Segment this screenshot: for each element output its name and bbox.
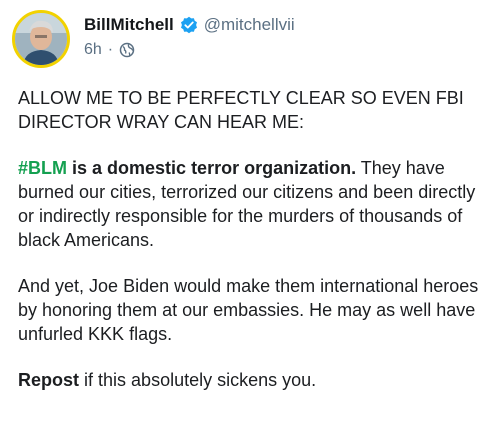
post-header: BillMitchell @mitchellvii 6h · [84, 14, 490, 60]
globe-icon [119, 42, 135, 58]
post-paragraph-3: And yet, Joe Biden would make them inter… [18, 276, 479, 344]
author-handle[interactable]: @mitchellvii [204, 15, 295, 35]
author-display-name[interactable]: BillMitchell [84, 15, 174, 35]
bold-statement: is a domestic terror organization. [72, 158, 357, 178]
repost-call: Repost [18, 370, 80, 390]
post-paragraph-1: ALLOW ME TO BE PERFECTLY CLEAR SO EVEN F… [18, 88, 464, 132]
verified-badge-icon [180, 16, 198, 34]
post-paragraph-2: #BLM is a domestic terror organization. … [18, 156, 488, 252]
post-body: ALLOW ME TO BE PERFECTLY CLEAR SO EVEN F… [18, 86, 488, 414]
post-timestamp[interactable]: 6h [84, 41, 102, 59]
paragraph-4-text: if this absolutely sickens you. [84, 370, 317, 390]
meta-separator: · [107, 41, 114, 58]
post-meta: 6h · [84, 40, 490, 60]
post-paragraph-4: Repost if this absolutely sickens you. [18, 368, 488, 392]
post-card: BillMitchell @mitchellvii 6h · ALLOW ME … [0, 0, 500, 422]
avatar-image [15, 13, 67, 65]
avatar[interactable] [12, 10, 70, 68]
author-row: BillMitchell @mitchellvii [84, 14, 490, 36]
hashtag-link[interactable]: #BLM [18, 158, 67, 178]
